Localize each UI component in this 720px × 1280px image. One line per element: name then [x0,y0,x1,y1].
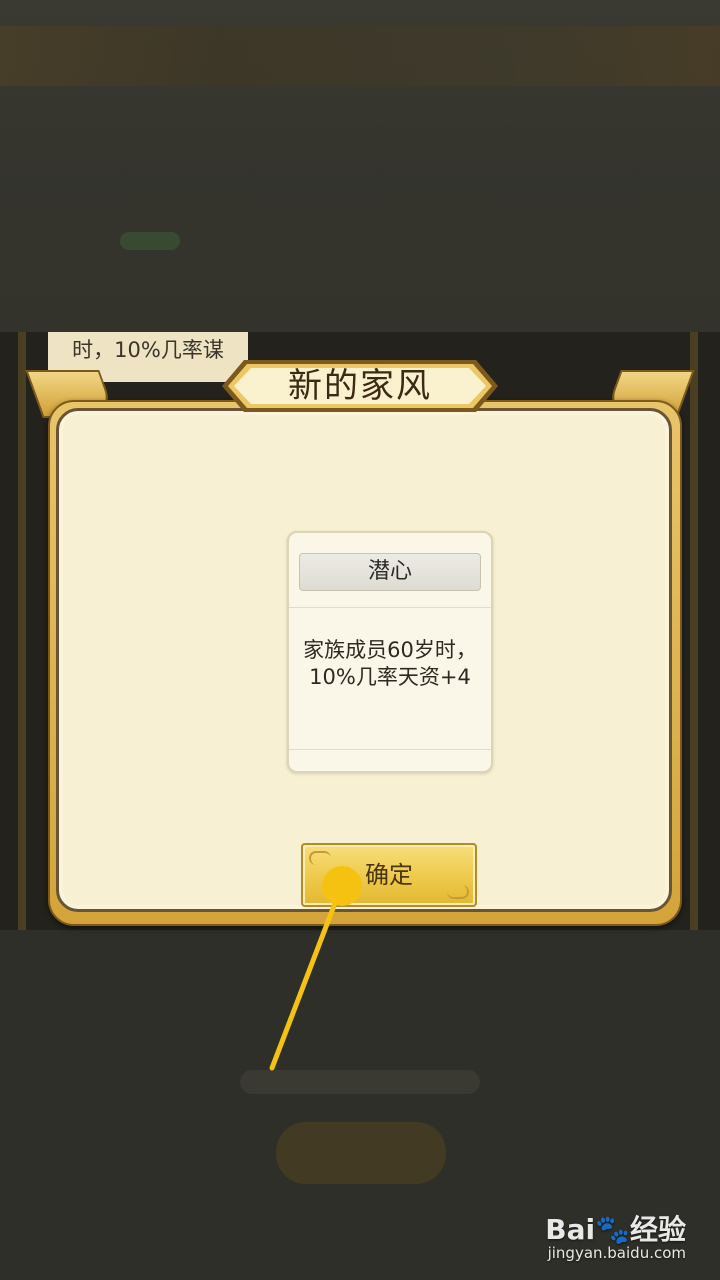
watermark-logo: Bai🐾经验 [545,1213,686,1246]
annotation-pointer-line [269,887,343,1071]
watermark-url: jingyan.baidu.com [547,1244,686,1262]
annotation-pointer-dot [322,866,362,906]
baidu-jingyan-watermark: Bai🐾经验 jingyan.baidu.com [545,1208,686,1264]
